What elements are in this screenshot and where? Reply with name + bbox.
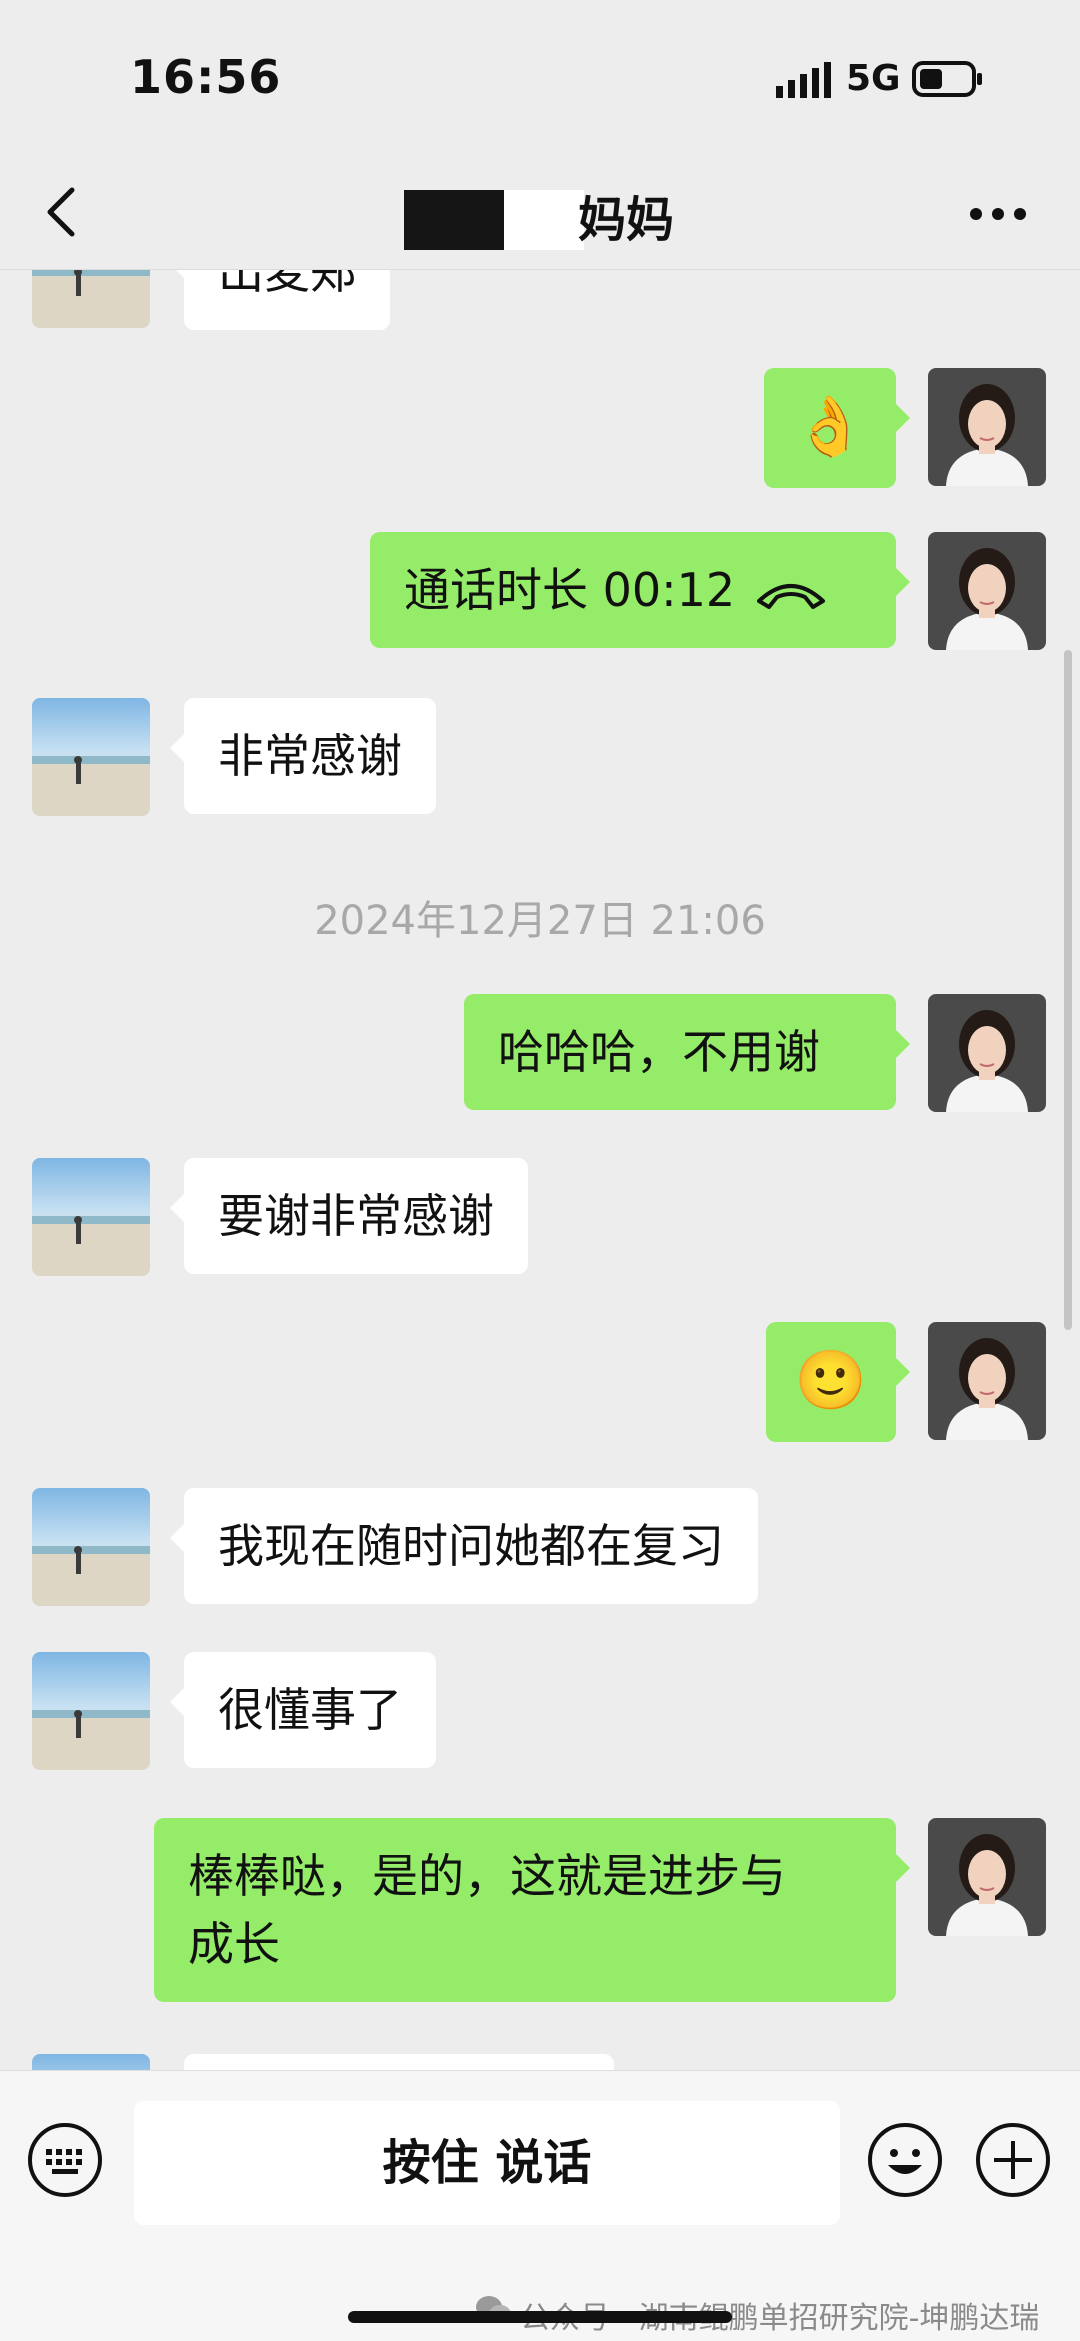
- message-bubble[interactable]: 我现在随时问她都在复习: [170, 1488, 758, 1604]
- chat-header: 妈妈: [0, 160, 1080, 270]
- home-indicator[interactable]: [348, 2311, 732, 2323]
- my-avatar[interactable]: [928, 1322, 1046, 1440]
- more-dots-icon[interactable]: [968, 196, 1028, 232]
- message-bubble[interactable]: 哈哈哈，不用谢: [464, 994, 910, 1110]
- message-bubble[interactable]: 要谢非常感谢: [170, 1158, 528, 1274]
- call-duration-text: 通话时长 00:12: [404, 563, 736, 617]
- message-bubble[interactable]: 🙂: [766, 1322, 910, 1442]
- message-bubble[interactable]: 👌: [764, 368, 910, 488]
- emoji-icon[interactable]: [866, 2121, 944, 2199]
- contact-avatar[interactable]: [32, 270, 150, 328]
- chevron-left-icon[interactable]: [38, 182, 88, 242]
- contact-avatar[interactable]: [32, 2054, 150, 2070]
- hug-emoji: 🙂: [794, 1346, 868, 1414]
- message-line: 棒棒哒，是的，这就是进步与: [188, 1849, 786, 1903]
- redaction-block: [404, 190, 504, 250]
- message-bubble[interactable]: 出麦郑: [170, 270, 390, 330]
- message-line: 成长: [188, 1917, 280, 1971]
- redaction-block-white: [504, 190, 584, 250]
- status-bar: 16:56 5G: [0, 0, 1080, 160]
- contact-avatar[interactable]: [32, 1158, 150, 1276]
- call-record-bubble[interactable]: 通话时长 00:12: [370, 532, 910, 648]
- contact-avatar[interactable]: [32, 698, 150, 816]
- network-type: 5G: [846, 58, 901, 99]
- contact-avatar[interactable]: [32, 1652, 150, 1770]
- battery-icon: [912, 61, 982, 97]
- my-avatar[interactable]: [928, 532, 1046, 650]
- contact-avatar[interactable]: [32, 1488, 150, 1606]
- my-avatar[interactable]: [928, 1818, 1046, 1936]
- message-list[interactable]: 出麦郑 👌 通话时长 00:12 非常感谢 2024年12月27日 21:06 …: [0, 270, 1080, 2070]
- input-bar: 按住 说话 公众号 · 湖南鲲鹏单招研究院-坤鹏达瑞: [0, 2070, 1080, 2341]
- message-bubble[interactable]: 棒棒哒，是的，这就是进步与 成长: [154, 1818, 910, 2002]
- keyboard-icon[interactable]: [26, 2121, 104, 2199]
- ok-hand-emoji: 👌: [793, 392, 867, 460]
- scrollbar[interactable]: [1064, 650, 1072, 1330]
- phone-hangup-icon: [757, 583, 826, 609]
- message-timestamp: 2024年12月27日 21:06: [314, 898, 766, 944]
- message-bubble[interactable]: [184, 2054, 614, 2070]
- message-bubble[interactable]: 很懂事了: [170, 1652, 436, 1768]
- chat-title: 妈妈: [578, 192, 675, 248]
- plus-icon[interactable]: [974, 2121, 1052, 2199]
- my-avatar[interactable]: [928, 368, 1046, 486]
- message-bubble[interactable]: 非常感谢: [170, 698, 436, 814]
- signal-icon: [776, 62, 831, 98]
- hold-to-talk-button[interactable]: 按住 说话: [134, 2101, 840, 2225]
- status-time: 16:56: [130, 50, 282, 104]
- my-avatar[interactable]: [928, 994, 1046, 1112]
